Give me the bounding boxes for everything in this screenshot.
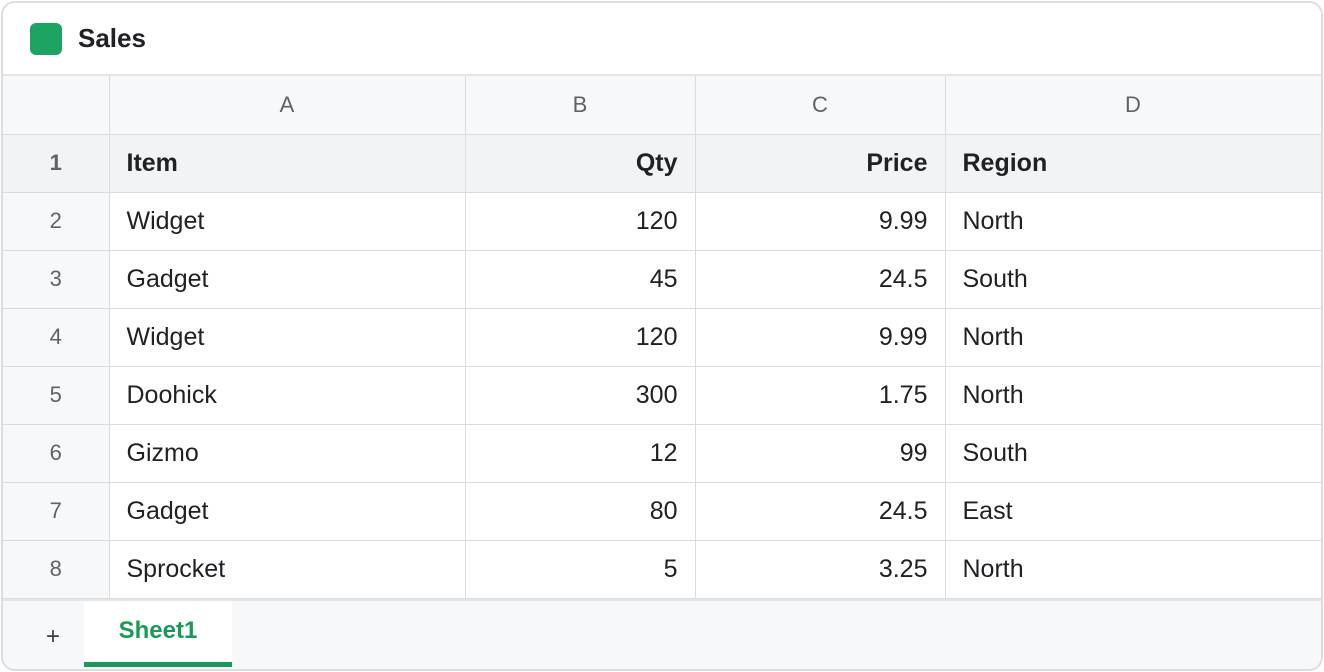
- cell-a8[interactable]: Sprocket: [108, 539, 466, 599]
- cell-b1[interactable]: Qty: [464, 133, 696, 193]
- column-header-b[interactable]: B: [464, 76, 696, 135]
- column-header-row: A B C D: [3, 76, 1321, 135]
- column-header-c[interactable]: C: [694, 76, 946, 135]
- cell-b5[interactable]: 300: [464, 365, 696, 425]
- cell-c7[interactable]: 24.5: [694, 481, 946, 541]
- cell-d8[interactable]: North: [944, 539, 1321, 599]
- cell-b6[interactable]: 12: [464, 423, 696, 483]
- table-row: 2 Widget 120 9.99 North: [3, 191, 1321, 251]
- spreadsheet-grid: A B C D 1 Item Qty Price Region 2 Widget 120 9.9…: [3, 76, 1321, 599]
- cell-b7[interactable]: 80: [464, 481, 696, 541]
- cell-c2[interactable]: 9.99: [694, 191, 946, 251]
- cell-c3[interactable]: 24.5: [694, 249, 946, 309]
- cell-d3[interactable]: South: [944, 249, 1321, 309]
- table-row: 7 Gadget 80 24.5 East: [3, 481, 1321, 541]
- cell-table: A B C D 1 Item Qty Price Region 2 Widget 120 9.9…: [3, 76, 1321, 599]
- sheet-tab-sheet1[interactable]: Sheet1: [84, 601, 232, 667]
- cell-a2[interactable]: Widget: [108, 191, 466, 251]
- cell-d7[interactable]: East: [944, 481, 1321, 541]
- row-header[interactable]: 5: [3, 365, 110, 425]
- cell-b4[interactable]: 120: [464, 307, 696, 367]
- cell-d4[interactable]: North: [944, 307, 1321, 367]
- cell-c1[interactable]: Price: [694, 133, 946, 193]
- cell-a5[interactable]: Doohick: [108, 365, 466, 425]
- header-row: 1 Item Qty Price Region: [3, 133, 1321, 193]
- row-header[interactable]: 4: [3, 307, 110, 367]
- cell-c8[interactable]: 3.25: [694, 539, 946, 599]
- cell-d5[interactable]: North: [944, 365, 1321, 425]
- table-row: 3 Gadget 45 24.5 South: [3, 249, 1321, 309]
- row-header[interactable]: 8: [3, 539, 110, 599]
- column-header-a[interactable]: A: [108, 76, 466, 135]
- title-bar: Sales: [3, 3, 1321, 76]
- cell-c4[interactable]: 9.99: [694, 307, 946, 367]
- cell-a3[interactable]: Gadget: [108, 249, 466, 309]
- spreadsheet-icon: [30, 22, 62, 55]
- cell-a1[interactable]: Item: [108, 133, 466, 193]
- spreadsheet-window: Sales A B C D 1 Item Qty Price Region 2 Widget: [1, 1, 1323, 671]
- sheet-tab-bar: + Sheet1: [3, 599, 1321, 669]
- row-header[interactable]: 2: [3, 191, 110, 251]
- cell-c6[interactable]: 99: [694, 423, 946, 483]
- row-header[interactable]: 7: [3, 481, 110, 541]
- table-row: 4 Widget 120 9.99 North: [3, 307, 1321, 367]
- table-row: 6 Gizmo 12 99 South: [3, 423, 1321, 483]
- add-sheet-button[interactable]: +: [39, 623, 67, 651]
- cell-d6[interactable]: South: [944, 423, 1321, 483]
- cell-b2[interactable]: 120: [464, 191, 696, 251]
- table-row: 8 Sprocket 5 3.25 North: [3, 539, 1321, 599]
- row-header[interactable]: 6: [3, 423, 110, 483]
- table-row: 5 Doohick 300 1.75 North: [3, 365, 1321, 425]
- cell-b8[interactable]: 5: [464, 539, 696, 599]
- column-header-d[interactable]: D: [944, 76, 1321, 135]
- cell-c5[interactable]: 1.75: [694, 365, 946, 425]
- document-title: Sales: [78, 23, 146, 53]
- cell-d2[interactable]: North: [944, 191, 1321, 251]
- cell-d1[interactable]: Region: [944, 133, 1321, 193]
- cell-a6[interactable]: Gizmo: [108, 423, 466, 483]
- cell-a7[interactable]: Gadget: [108, 481, 466, 541]
- row-header[interactable]: 3: [3, 249, 110, 309]
- row-header[interactable]: 1: [3, 133, 110, 193]
- cell-b3[interactable]: 45: [464, 249, 696, 309]
- select-all-corner[interactable]: [3, 76, 110, 135]
- cell-a4[interactable]: Widget: [108, 307, 466, 367]
